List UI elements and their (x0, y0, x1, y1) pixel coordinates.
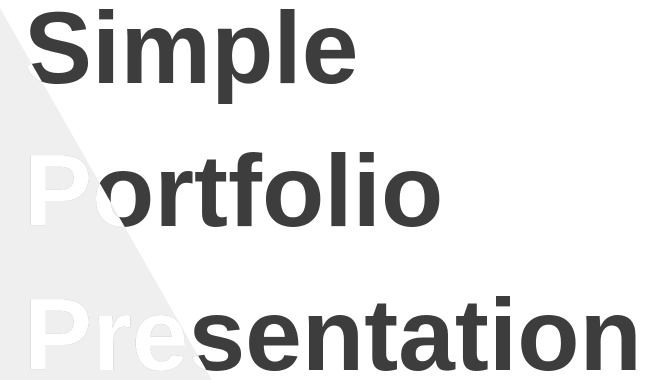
title-line-1: Simple (24, 0, 359, 105)
title-line-3: Presentation (24, 278, 642, 380)
slide-canvas: Simple Portfolio Presentation Simple Por… (0, 0, 672, 380)
title-line-2: Portfolio (24, 134, 444, 248)
